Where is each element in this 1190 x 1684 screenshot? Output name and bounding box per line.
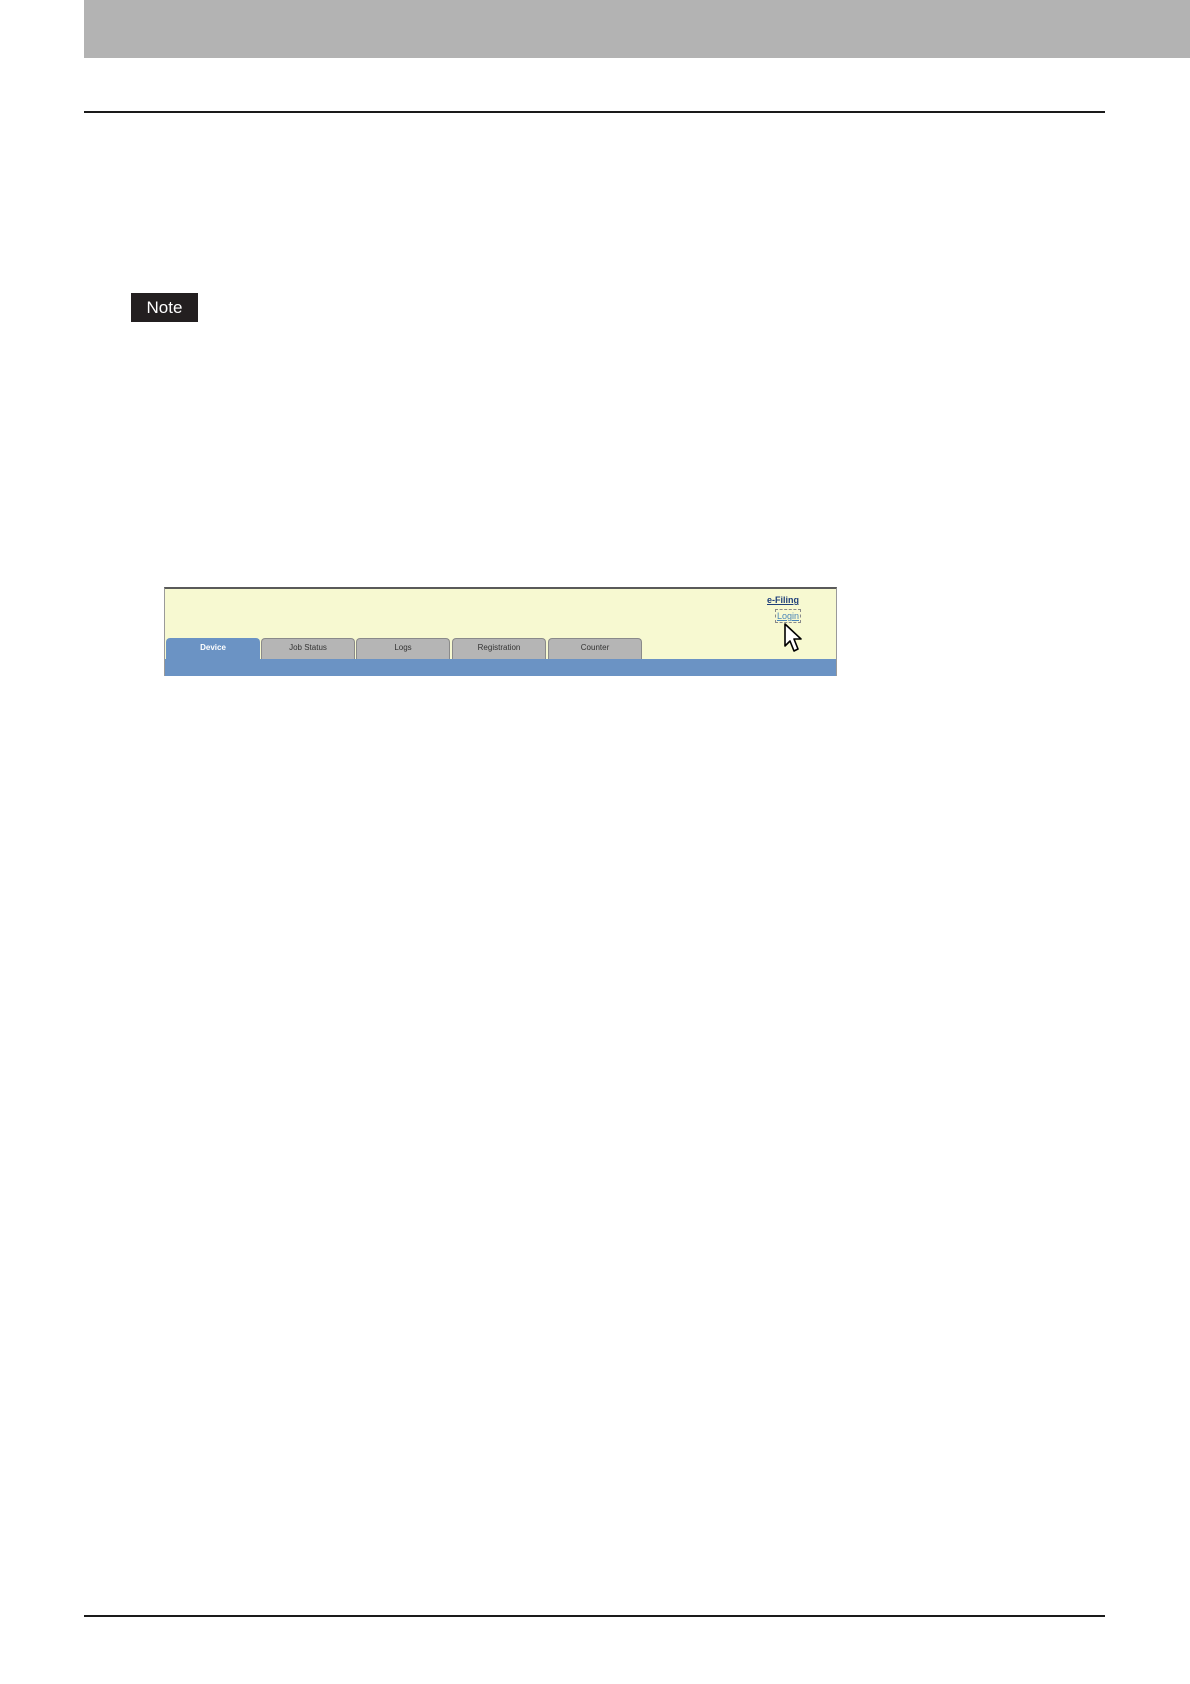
tab-job-status[interactable]: Job Status bbox=[261, 638, 355, 659]
tab-logs[interactable]: Logs bbox=[356, 638, 450, 659]
header-band bbox=[84, 0, 1190, 58]
login-link[interactable]: Login bbox=[774, 609, 802, 623]
top-rule bbox=[84, 111, 1105, 113]
efiling-link[interactable]: e-Filing bbox=[767, 595, 799, 605]
tab-device[interactable]: Device bbox=[166, 638, 260, 676]
bottom-rule bbox=[84, 1615, 1105, 1617]
web-ui-screenshot: e-Filing Login Job Status Logs Registrat… bbox=[164, 587, 837, 676]
note-badge: Note bbox=[131, 293, 198, 322]
tab-counter[interactable]: Counter bbox=[548, 638, 642, 659]
tab-bar bbox=[165, 659, 836, 676]
tab-registration[interactable]: Registration bbox=[452, 638, 546, 659]
arrow-cursor-icon bbox=[784, 623, 802, 652]
